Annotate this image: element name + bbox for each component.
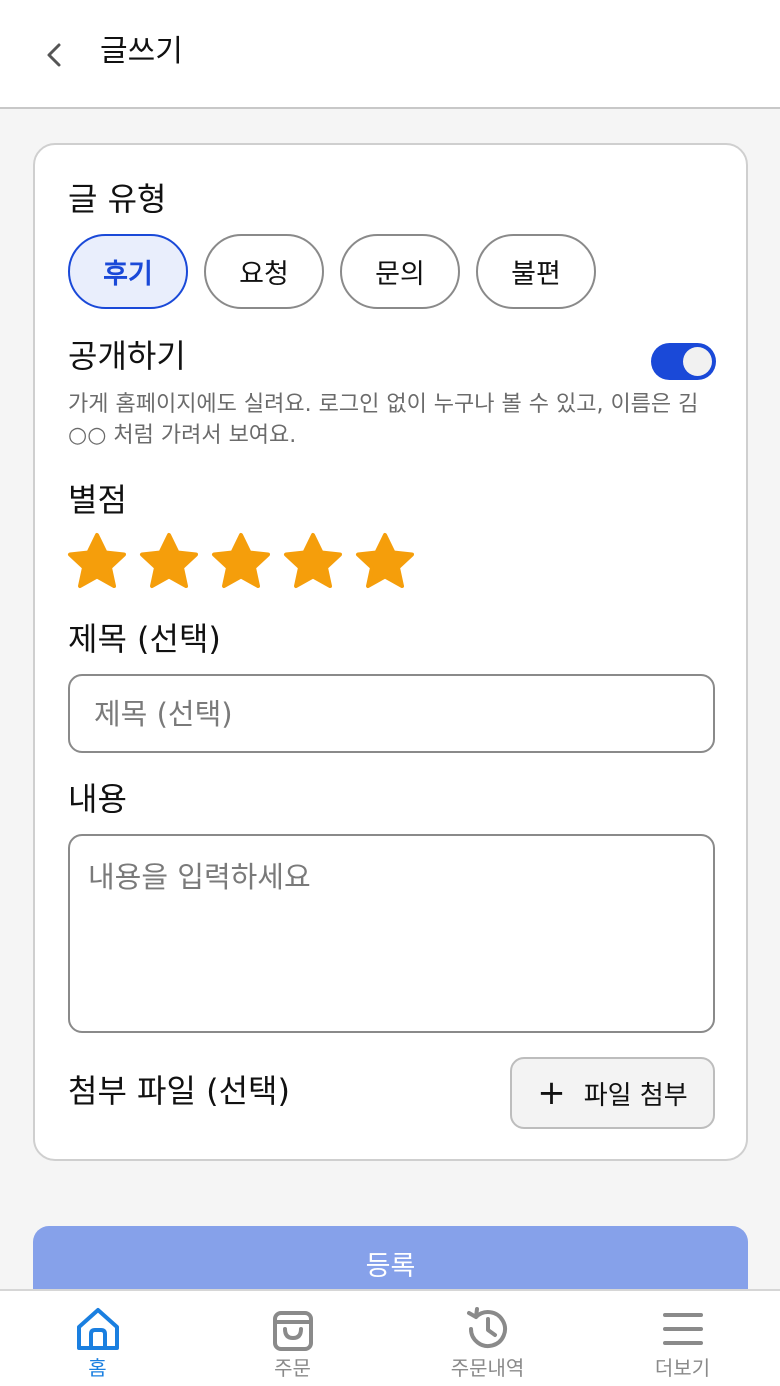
page-title: 글쓰기 xyxy=(100,34,183,69)
nav-item-order-history[interactable]: 주문내역 xyxy=(390,1291,585,1386)
plus-icon: + xyxy=(537,1073,566,1113)
post-type-chip-request[interactable]: 요청 xyxy=(204,234,324,309)
attach-file-button[interactable]: + 파일 첨부 xyxy=(510,1057,715,1129)
nav-item-home[interactable]: 홈 xyxy=(0,1291,195,1386)
post-type-chip-inquiry[interactable]: 문의 xyxy=(340,234,460,309)
public-toggle[interactable] xyxy=(651,343,716,380)
back-button[interactable] xyxy=(30,30,80,80)
nav-item-order[interactable]: 주문 xyxy=(195,1291,390,1386)
star-icon[interactable] xyxy=(66,532,128,592)
star-icon[interactable] xyxy=(138,532,200,592)
public-help-text: 가게 홈페이지에도 실려요. 로그인 없이 누구나 볼 수 있고, 이름은 김○… xyxy=(68,392,699,448)
app-header: 글쓰기 xyxy=(0,0,780,109)
bottom-nav: 홈 주문 주문내역 더보기 xyxy=(0,1289,780,1386)
shopping-bag-icon xyxy=(273,1311,313,1351)
title-label: 제목 (선택) xyxy=(68,620,221,658)
rating-label: 별점 xyxy=(68,481,127,519)
toggle-knob xyxy=(683,347,712,376)
star-icon[interactable] xyxy=(282,532,344,592)
star-icon[interactable] xyxy=(354,532,416,592)
content-textarea[interactable] xyxy=(68,834,715,1033)
nav-label-order: 주문 xyxy=(274,1356,311,1380)
nav-item-more[interactable]: 더보기 xyxy=(585,1291,780,1386)
nav-label-order-history: 주문내역 xyxy=(450,1356,525,1380)
nav-label-home: 홈 xyxy=(88,1356,107,1380)
nav-label-more: 더보기 xyxy=(654,1356,711,1380)
chevron-left-icon xyxy=(47,43,61,67)
post-type-label: 글 유형 xyxy=(68,180,167,218)
attach-button-label: 파일 첨부 xyxy=(583,1080,688,1111)
post-form-card: 글 유형 후기 요청 문의 불편 공개하기 가게 홈페이지에도 실려요. 로그인… xyxy=(33,143,748,1161)
public-label: 공개하기 xyxy=(68,337,186,375)
post-type-chip-review[interactable]: 후기 xyxy=(68,234,188,309)
menu-icon xyxy=(663,1313,703,1345)
star-icon[interactable] xyxy=(210,532,272,592)
post-type-chip-complaint[interactable]: 불편 xyxy=(476,234,596,309)
home-icon xyxy=(77,1308,119,1350)
content-label: 내용 xyxy=(68,780,127,818)
title-input[interactable] xyxy=(68,674,715,753)
history-icon xyxy=(467,1307,507,1349)
attachment-label: 첨부 파일 (선택) xyxy=(68,1072,290,1110)
